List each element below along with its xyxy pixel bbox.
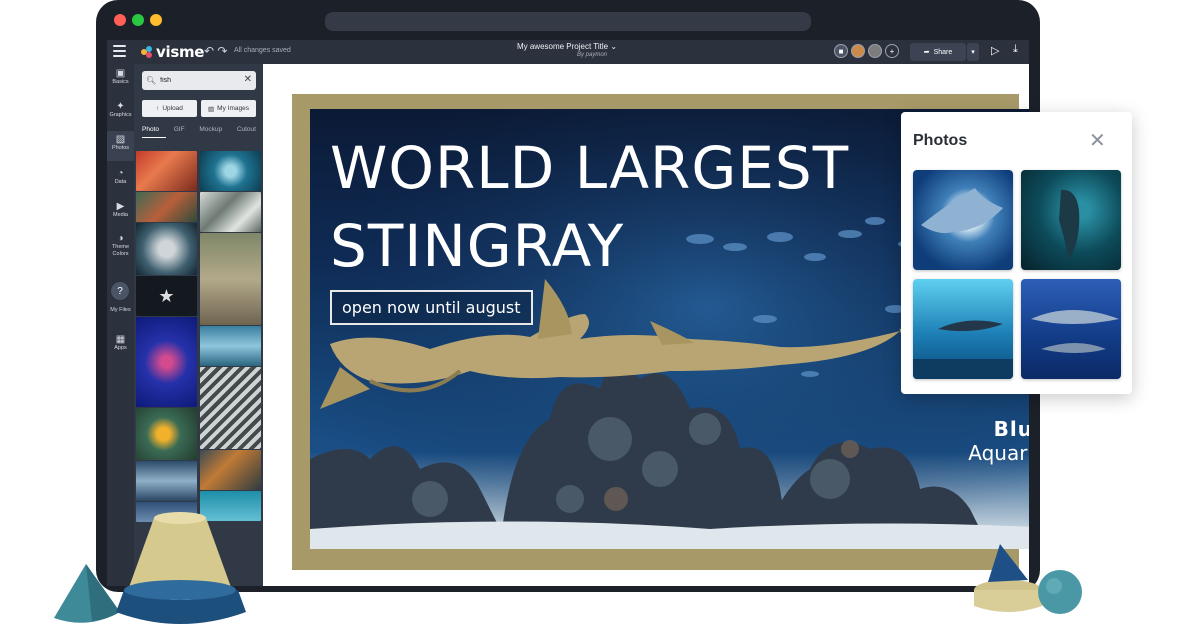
photo-thumbnail[interactable] xyxy=(200,450,261,490)
photo-thumbnail[interactable] xyxy=(136,408,197,460)
popup-photo[interactable] xyxy=(1021,170,1121,270)
search-input[interactable] xyxy=(160,77,245,84)
share-button[interactable]: ➦ Share xyxy=(910,43,966,61)
rail-item-media[interactable]: ▶ Media xyxy=(107,201,134,219)
redo-icon[interactable]: ↷ xyxy=(217,44,227,58)
undo-redo-buttons: ↶ ↷ xyxy=(204,44,227,58)
slide-title-line-2: STINGRAY xyxy=(330,212,625,280)
photo-thumbnail[interactable] xyxy=(200,367,261,449)
upload-button[interactable]: ↑ Upload xyxy=(142,100,197,117)
share-label: Share xyxy=(933,48,953,56)
photo-thumbnail[interactable] xyxy=(136,461,197,501)
logo-text: visme xyxy=(156,43,205,61)
photos-popup: Photos ✕ xyxy=(901,112,1132,394)
download-icon[interactable]: ⤓ xyxy=(1013,43,1018,56)
visme-logo[interactable]: visme xyxy=(141,43,204,61)
tab-cutout[interactable]: Cutout xyxy=(237,126,256,133)
sharks-image xyxy=(1031,310,1119,353)
whale-shark-image xyxy=(1059,189,1080,260)
project-title-text: My awesome Project Title xyxy=(516,42,609,51)
rail-item-apps[interactable]: ▦ Apps xyxy=(107,334,134,352)
photo-search: 🔍︎ ✕ xyxy=(142,71,256,90)
rail-item-theme-colors[interactable]: ◑ Theme Colors xyxy=(107,233,134,258)
close-icon[interactable]: ✕ xyxy=(1089,128,1106,153)
minimize-dot[interactable] xyxy=(150,14,162,26)
app-screen: visme ↶ ↷ All changes saved My awesome P… xyxy=(107,40,1029,586)
photos-icon: ▨ xyxy=(115,134,126,145)
media-icon: ▶ xyxy=(116,201,125,212)
image-icon: ▧ xyxy=(208,105,215,113)
comment-icon[interactable]: ■ xyxy=(834,44,848,58)
popup-photo[interactable] xyxy=(913,279,1013,379)
photo-thumbnail[interactable] xyxy=(136,151,197,191)
decor-shapes-right xyxy=(974,544,1082,614)
theme-icon: ◑ xyxy=(117,233,124,244)
popup-photo[interactable] xyxy=(1021,279,1121,379)
upload-label: Upload xyxy=(162,105,183,112)
save-status: All changes saved xyxy=(234,47,291,54)
project-author: By paymon xyxy=(577,52,608,58)
rail-item-data[interactable]: ◔ Data xyxy=(107,168,134,186)
present-icon[interactable]: ▷ xyxy=(991,44,999,57)
popup-photo[interactable] xyxy=(913,170,1013,270)
upload-icon: ↑ xyxy=(156,105,160,112)
photo-type-tabs: Photo GIF Mockup Cutout xyxy=(142,126,256,133)
photo-thumbnail[interactable] xyxy=(200,233,261,325)
data-icon: ◔ xyxy=(117,168,124,179)
manta-ray-image xyxy=(921,188,1003,234)
photo-thumbnail[interactable]: ★ xyxy=(136,276,197,316)
photo-thumbnail[interactable] xyxy=(200,326,261,366)
apps-icon: ▦ xyxy=(115,334,126,345)
slide-subtitle-box[interactable]: open now until august xyxy=(330,290,533,325)
avatar[interactable] xyxy=(868,44,882,58)
slide-title[interactable]: WORLD LARGEST STINGRAY xyxy=(330,129,849,285)
tab-photo[interactable]: Photo xyxy=(142,126,159,133)
slide-title-line-1: WORLD LARGEST xyxy=(330,134,850,202)
collaborators: ■ + xyxy=(834,44,899,58)
project-title[interactable]: My awesome Project Title ⌄ xyxy=(487,42,647,51)
tab-mockup[interactable]: Mockup xyxy=(199,126,222,133)
chevron-down-icon[interactable]: ⌄ xyxy=(610,42,617,51)
popup-title: Photos xyxy=(913,132,968,149)
brand-line-2: Aquari xyxy=(968,441,1029,465)
active-tab-indicator xyxy=(142,137,166,138)
undo-icon[interactable]: ↶ xyxy=(204,44,214,58)
decor-pedestal-left xyxy=(116,512,246,624)
marketing-stage: visme ↶ ↷ All changes saved My awesome P… xyxy=(0,0,1200,630)
tab-gif[interactable]: GIF xyxy=(174,126,185,133)
basics-icon: ▣ xyxy=(115,68,126,79)
graphics-icon: ✦ xyxy=(116,101,125,112)
share-options-dropdown[interactable]: ▾ xyxy=(967,43,979,61)
search-icon: 🔍︎ xyxy=(146,76,157,85)
help-button[interactable]: ? xyxy=(111,282,129,300)
close-dot[interactable] xyxy=(114,14,126,26)
rail-item-graphics[interactable]: ✦ Graphics xyxy=(107,101,134,119)
maximize-dot[interactable] xyxy=(132,14,144,26)
star-icon: ★ xyxy=(158,285,175,306)
rail-item-photos[interactable]: ▨ Photos xyxy=(107,131,134,161)
rail-item-my-files[interactable]: My Files xyxy=(107,307,134,314)
rail-item-basics[interactable]: ▣ Basics xyxy=(107,68,134,86)
photo-thumbnail[interactable] xyxy=(200,151,261,191)
logo-mark-icon xyxy=(141,46,153,58)
avatar[interactable] xyxy=(851,44,865,58)
photo-thumbnail[interactable] xyxy=(200,192,261,232)
photo-thumbnail[interactable] xyxy=(136,192,197,222)
menu-icon[interactable] xyxy=(113,45,126,57)
shark-tunnel-image xyxy=(913,320,1013,379)
brand-line-1: Blu xyxy=(993,417,1029,441)
add-collaborator-icon[interactable]: + xyxy=(885,44,899,58)
slide-brand-text[interactable]: Blu Aquari xyxy=(968,417,1029,465)
editor-topbar: visme ↶ ↷ All changes saved My awesome P… xyxy=(107,40,1029,64)
photo-thumbnail[interactable] xyxy=(136,317,197,407)
browser-address-bar[interactable] xyxy=(325,12,811,31)
my-images-label: My Images xyxy=(217,105,249,112)
share-icon: ➦ xyxy=(923,49,930,56)
photo-thumbnail[interactable] xyxy=(136,223,197,275)
my-images-button[interactable]: ▧ My Images xyxy=(201,100,256,117)
window-controls xyxy=(114,14,162,26)
clear-search-icon[interactable]: ✕ xyxy=(244,74,252,85)
